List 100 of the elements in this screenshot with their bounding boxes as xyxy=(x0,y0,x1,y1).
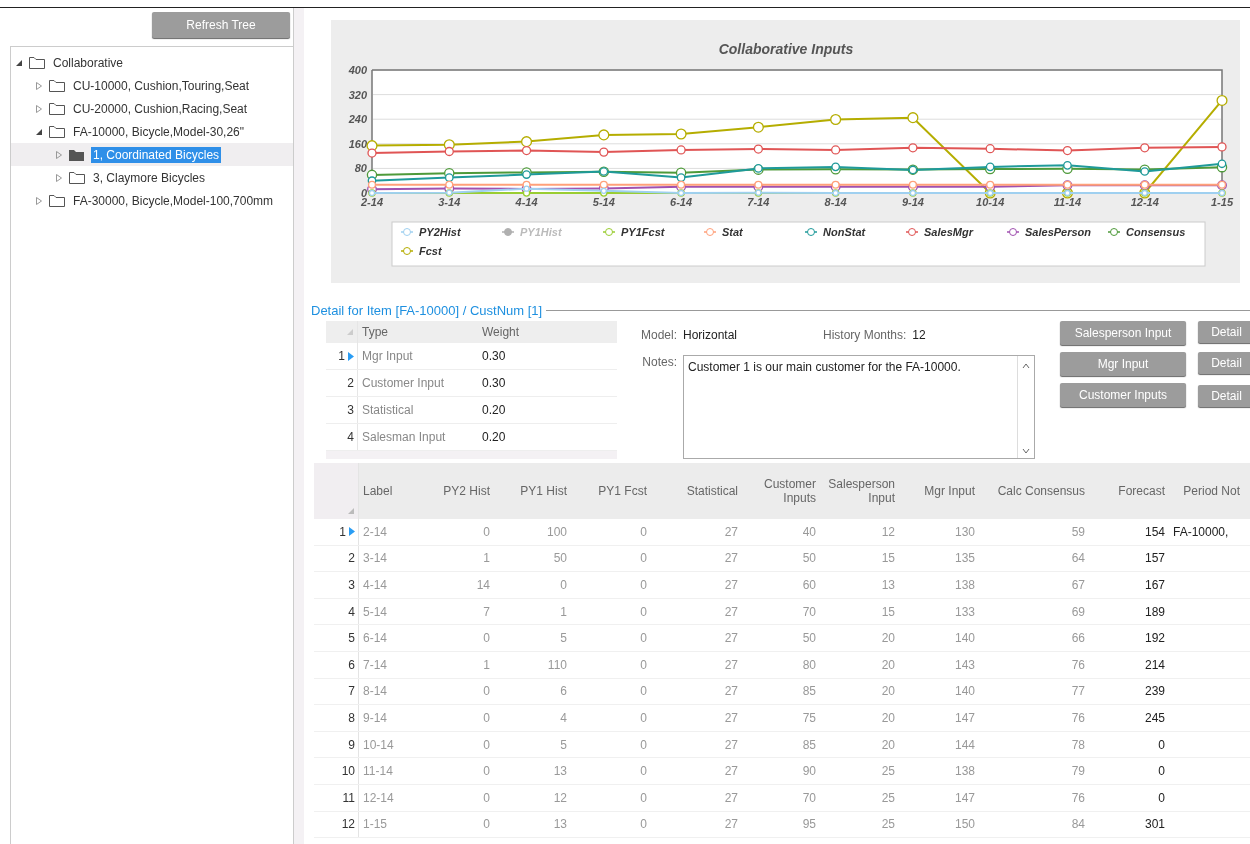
table-cell: 12 xyxy=(553,790,567,805)
table-cell: 0 xyxy=(640,764,647,779)
table-cell: 50 xyxy=(802,631,816,646)
x-tick-label: 6-14 xyxy=(670,196,693,208)
table-cell: 0 xyxy=(640,604,647,619)
field-label: Notes: xyxy=(641,355,677,369)
table-cell: 67 xyxy=(1071,578,1085,592)
table-cell: 76 xyxy=(1071,657,1085,672)
x-tick-label: 4-14 xyxy=(515,196,538,208)
table-cell: 143 xyxy=(954,657,975,672)
y-tick-label: 80 xyxy=(354,162,367,175)
table-cell: 27 xyxy=(724,524,738,539)
row-number: 3 xyxy=(348,578,355,592)
table-cell: 1 xyxy=(483,657,490,672)
table-cell: 84 xyxy=(1071,817,1085,832)
table-cell: 0 xyxy=(640,737,647,752)
table-cell: 90 xyxy=(802,764,816,779)
table-cell: 0 xyxy=(640,631,647,646)
table-cell: 5 xyxy=(560,737,567,752)
row-number: 10 xyxy=(341,764,355,779)
table-cell: 27 xyxy=(724,710,738,725)
x-tick-label: 8-14 xyxy=(824,196,847,208)
table-cell: 189 xyxy=(1144,604,1165,619)
table-cell: 6 xyxy=(560,684,567,699)
row-number: 7 xyxy=(348,684,355,699)
table-cell: 25 xyxy=(881,764,895,779)
table-cell: 9-14 xyxy=(363,710,388,725)
history-months-value: 12 xyxy=(912,328,926,342)
table-cell: 40 xyxy=(802,524,816,539)
x-tick-label: 2-14 xyxy=(361,196,383,208)
table-cell: 0 xyxy=(483,710,490,725)
y-tick-label: 400 xyxy=(348,64,367,76)
x-tick-label: 9-14 xyxy=(901,196,924,208)
table-cell: Statistical xyxy=(362,403,414,417)
table-cell: 144 xyxy=(954,737,975,752)
row-number: 8 xyxy=(348,710,355,725)
table-cell: 301 xyxy=(1144,817,1165,832)
table-cell: 147 xyxy=(954,710,975,725)
table-cell: 154 xyxy=(1144,524,1165,539)
table-cell: 138 xyxy=(954,578,975,592)
table-cell: FA-10000, xyxy=(1173,524,1229,539)
table-cell: 7-14 xyxy=(363,657,388,672)
table-cell: 0 xyxy=(483,817,490,832)
table-cell: 50 xyxy=(802,551,816,566)
table-cell: 64 xyxy=(1071,551,1085,566)
table-cell: 27 xyxy=(724,817,738,832)
table-cell: 27 xyxy=(724,764,738,779)
row-number: 5 xyxy=(348,631,355,646)
table-cell: 147 xyxy=(954,790,975,805)
table-cell: Salesman Input xyxy=(362,430,446,444)
row-number: 6 xyxy=(348,657,355,672)
x-tick-label: 5-14 xyxy=(592,196,615,208)
x-tick-label: 1-15 xyxy=(1211,196,1233,208)
table-cell: 135 xyxy=(954,551,975,566)
table-cell: 0 xyxy=(640,710,647,725)
row-number: 12 xyxy=(341,817,355,832)
table-cell: Customer Input xyxy=(362,376,445,390)
table-cell: 130 xyxy=(954,524,975,539)
table-cell: 12-14 xyxy=(363,790,394,805)
table-cell: 11-14 xyxy=(363,764,393,779)
row-number: 4 xyxy=(347,430,354,444)
table-cell: 0 xyxy=(483,737,490,752)
table-cell: 4-14 xyxy=(363,578,388,592)
y-tick-label: 160 xyxy=(348,137,367,150)
table-cell: 27 xyxy=(724,657,738,672)
table-cell: 7 xyxy=(483,604,490,619)
table-cell: 2-14 xyxy=(363,524,388,539)
table-cell: 13 xyxy=(553,817,567,832)
table-cell: 0 xyxy=(560,578,567,592)
table-cell: 138 xyxy=(954,764,975,779)
table-cell: 167 xyxy=(1144,578,1165,592)
table-cell: 12 xyxy=(881,524,895,539)
table-cell: 77 xyxy=(1071,684,1085,699)
table-cell: 27 xyxy=(724,790,738,805)
table-cell: 6-14 xyxy=(363,631,388,646)
table-cell: 66 xyxy=(1071,631,1085,646)
table-cell: 20 xyxy=(881,657,895,672)
table-cell: 0 xyxy=(640,684,647,699)
row-number: 2 xyxy=(348,551,355,566)
table-cell: 0 xyxy=(640,551,647,566)
table-cell: 0.20 xyxy=(482,430,506,444)
row-number: 1 xyxy=(338,349,345,363)
row-number: 2 xyxy=(347,376,354,390)
table-cell: 0.30 xyxy=(482,376,506,390)
table-cell: 27 xyxy=(724,631,738,646)
row-number: 1 xyxy=(339,524,346,539)
table-cell: 140 xyxy=(954,684,975,699)
table-cell: 0 xyxy=(640,790,647,805)
table-cell: 0 xyxy=(1158,790,1165,805)
table-cell: 100 xyxy=(546,524,567,539)
table-cell: 70 xyxy=(802,790,816,805)
x-tick-label: 12-14 xyxy=(1130,196,1159,208)
row-number: 3 xyxy=(347,403,354,417)
table-cell: 10-14 xyxy=(363,737,394,752)
table-cell: 85 xyxy=(802,684,816,699)
section-title: Detail for Item [FA-10000] / CustNum [1] xyxy=(311,303,543,318)
table-cell: 214 xyxy=(1144,657,1165,672)
table-cell: 150 xyxy=(954,817,975,832)
table-cell: 0 xyxy=(483,790,490,805)
field-label: Model: xyxy=(639,328,677,342)
